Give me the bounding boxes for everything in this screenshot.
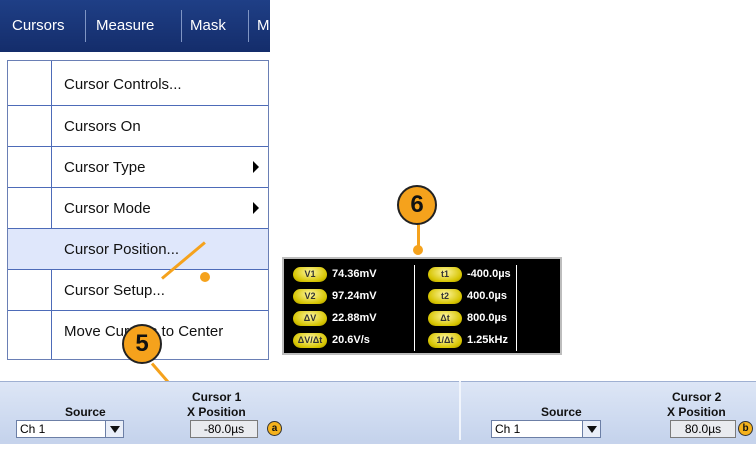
delta-v-badge: ΔV <box>293 311 327 326</box>
menu-separator <box>248 10 249 42</box>
readout-row: V1 74.36mV t1 -400.0µs <box>284 263 560 285</box>
cursor2-title: Cursor 2 <box>672 390 722 404</box>
inverse-dt-value: 1.25kHz <box>467 334 508 346</box>
readout-row: ΔV 22.88mV Δt 800.0µs <box>284 307 560 329</box>
menu-tab-mask[interactable]: Mask <box>190 0 226 52</box>
menu-separator <box>85 10 86 42</box>
cursor1-xpos-label: X Position <box>187 405 246 419</box>
menu-bar: Cursors Measure Mask M <box>0 0 270 52</box>
delta-t-badge: Δt <box>428 311 462 326</box>
cursor2-badge: b <box>738 421 753 436</box>
callout-5-anchor-menu <box>200 272 210 282</box>
menu-item-cursor-position[interactable]: Cursor Position... <box>8 228 268 269</box>
callout-6-anchor <box>413 245 423 255</box>
menu-item-cursor-controls[interactable]: Cursor Controls... <box>8 64 268 105</box>
menu-item-cursor-setup[interactable]: Cursor Setup... <box>8 269 268 310</box>
cursor1-badge: a <box>267 421 282 436</box>
cursors-menu: Cursor Controls... Cursors On Cursor Typ… <box>7 60 269 360</box>
menu-item-cursors-on[interactable]: Cursors On <box>8 105 268 146</box>
cursor1-xpos-field[interactable]: -80.0µs <box>190 420 258 438</box>
submenu-arrow-icon <box>253 202 259 214</box>
readout-row: V2 97.24mV t2 400.0µs <box>284 285 560 307</box>
dv-dt-value: 20.6V/s <box>332 334 370 346</box>
dropdown-arrow-icon[interactable] <box>582 420 601 438</box>
v2-value: 97.24mV <box>332 290 377 302</box>
callout-5: 5 <box>122 324 162 364</box>
menu-item-label: Cursor Mode <box>64 200 151 217</box>
callout-6: 6 <box>397 185 437 225</box>
v2-badge: V2 <box>293 289 327 304</box>
menu-tab-measure[interactable]: Measure <box>96 0 154 52</box>
cursor2-xpos-field[interactable]: 80.0µs <box>670 420 736 438</box>
t1-badge: t1 <box>428 267 462 282</box>
cursor-readout: V1 74.36mV t1 -400.0µs V2 97.24mV t2 400… <box>282 257 562 355</box>
menu-tab-cursors[interactable]: Cursors <box>12 0 65 52</box>
menu-item-label: Cursor Position... <box>64 241 180 258</box>
cursor2-source-select[interactable]: Ch 1 <box>491 420 583 438</box>
delta-v-value: 22.88mV <box>332 312 377 324</box>
menu-item-label: Cursors On <box>64 118 141 135</box>
menu-item-label: Cursor Controls... <box>64 76 182 93</box>
menu-item-cursor-mode[interactable]: Cursor Mode <box>8 187 268 228</box>
inverse-dt-badge: 1/Δt <box>428 333 462 348</box>
menu-item-label: Cursor Setup... <box>64 282 165 299</box>
dropdown-arrow-icon[interactable] <box>105 420 124 438</box>
cursor1-source-select[interactable]: Ch 1 <box>16 420 106 438</box>
cursor2-xpos-label: X Position <box>667 405 726 419</box>
cursor1-title: Cursor 1 <box>192 390 242 404</box>
menu-item-cursor-type[interactable]: Cursor Type <box>8 146 268 187</box>
t1-value: -400.0µs <box>467 268 511 280</box>
menu-item-label: Cursor Type <box>64 159 146 176</box>
t2-badge: t2 <box>428 289 462 304</box>
v1-badge: V1 <box>293 267 327 282</box>
menu-separator <box>181 10 182 42</box>
submenu-arrow-icon <box>253 161 259 173</box>
dv-dt-badge: ΔV/Δt <box>293 333 327 348</box>
v1-value: 74.36mV <box>332 268 377 280</box>
t2-value: 400.0µs <box>467 290 507 302</box>
cursor2-source-label: Source <box>541 405 582 419</box>
menu-tab-math[interactable]: M <box>257 0 270 52</box>
panel-divider <box>459 381 461 440</box>
readout-row: ΔV/Δt 20.6V/s 1/Δt 1.25kHz <box>284 329 560 351</box>
cursor1-source-label: Source <box>65 405 106 419</box>
delta-t-value: 800.0µs <box>467 312 507 324</box>
